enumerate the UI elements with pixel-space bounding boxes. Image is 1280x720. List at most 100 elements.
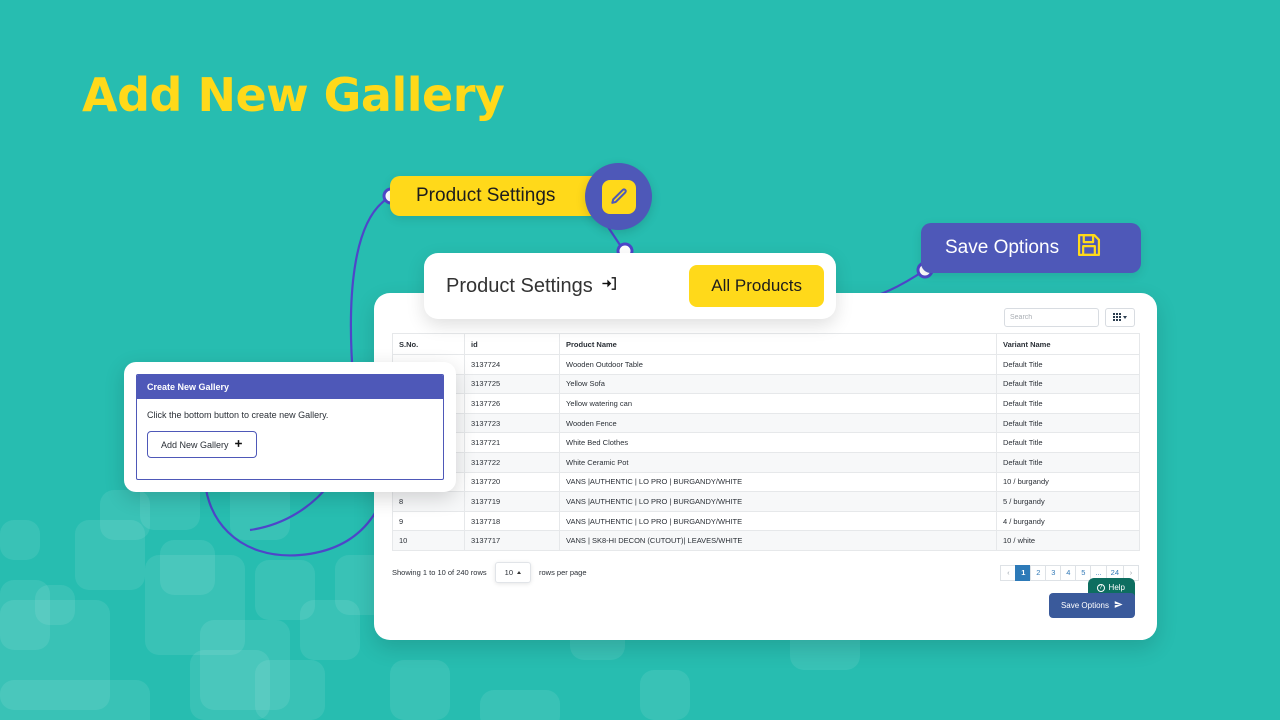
decorative-square [480, 690, 560, 720]
cell-id: 3137725 [464, 373, 560, 395]
cell-id: 3137722 [464, 451, 560, 473]
cell-variant-name: Default Title [996, 412, 1140, 434]
decorative-square [0, 520, 40, 560]
pagination-page-3[interactable]: 3 [1045, 564, 1062, 581]
pagination-page-4[interactable]: 4 [1060, 564, 1077, 581]
table-row[interactable]: 3137726 Yellow watering can Default Title [392, 393, 1140, 414]
products-app-panel: S.No. id Product Name Variant Name 31377… [374, 293, 1157, 640]
save-options-button[interactable]: Save Options [1048, 593, 1135, 618]
table-row[interactable]: 3137724 Wooden Outdoor Table Default Title [392, 354, 1140, 375]
cell-variant-name: 10 / white [996, 530, 1140, 551]
cell-product-name: Wooden Outdoor Table [559, 354, 997, 375]
cell-variant-name: Default Title [996, 393, 1140, 414]
cell-product-name: White Bed Clothes [559, 432, 997, 453]
add-new-gallery-label: Add New Gallery [161, 439, 229, 450]
cell-variant-name: 5 / burgandy [996, 491, 1140, 512]
cell-product-name: VANS |AUTHENTIC | LO PRO | BURGANDY/WHIT… [559, 491, 997, 512]
callout-save-options: Save Options [921, 223, 1141, 273]
decorative-square [100, 490, 150, 540]
column-header-sno[interactable]: S.No. [392, 333, 465, 355]
create-gallery-header: Create New Gallery [137, 375, 443, 399]
cell-product-name: Yellow Sofa [559, 373, 997, 395]
column-header-name[interactable]: Product Name [559, 333, 997, 355]
decorative-square [300, 600, 360, 660]
pagination-page-1[interactable]: 1 [1015, 564, 1032, 581]
create-gallery-card: Create New Gallery Click the bottom butt… [124, 362, 456, 492]
question-circle-icon: ? [1096, 583, 1105, 592]
cell-product-name: VANS |AUTHENTIC | LO PRO | BURGANDY/WHIT… [559, 510, 997, 532]
grid-icon [1113, 313, 1121, 321]
pagination-page-5[interactable]: 5 [1075, 564, 1092, 581]
cell-id: 3137723 [464, 412, 560, 434]
table-row[interactable]: 3137720 VANS |AUTHENTIC | LO PRO | BURGAN… [392, 471, 1140, 493]
all-products-button[interactable]: All Products [689, 265, 824, 307]
rows-per-page-value: 10 [504, 568, 513, 578]
topbar-title-label: Product Settings [446, 274, 593, 297]
cell-id: 3137719 [464, 491, 560, 512]
cell-variant-name: 10 / burgandy [996, 471, 1140, 493]
table-row[interactable]: 3137721 White Bed Clothes Default Title [392, 432, 1140, 453]
products-table-head: S.No. id Product Name Variant Name [392, 333, 1140, 355]
help-label: Help [1108, 583, 1125, 592]
table-header-row: S.No. id Product Name Variant Name [392, 333, 1140, 355]
cell-product-name: Yellow watering can [559, 393, 997, 414]
cell-variant-name: Default Title [996, 432, 1140, 453]
columns-toggle-button[interactable] [1105, 307, 1135, 327]
cell-variant-name: 4 / burgandy [996, 510, 1140, 532]
chevron-down-icon [1123, 315, 1127, 319]
plus-icon [234, 439, 243, 450]
create-gallery-body: Click the bottom button to create new Ga… [137, 399, 443, 469]
save-options-label: Save Options [1060, 601, 1109, 610]
decorative-square [640, 670, 690, 720]
column-header-variant[interactable]: Variant Name [996, 333, 1140, 355]
arrow-into-box-icon [601, 275, 618, 298]
table-footer: Showing 1 to 10 of 240 rows 10 rows per … [392, 559, 1139, 587]
pencil-icon [601, 179, 636, 214]
chevron-up-icon [517, 571, 521, 575]
decorative-square [160, 540, 215, 595]
floppy-disk-icon [1075, 231, 1103, 265]
add-new-gallery-button[interactable]: Add New Gallery [147, 431, 257, 458]
decorative-square [35, 585, 75, 625]
product-settings-topbar: Product Settings All Products [424, 253, 836, 319]
cell-id: 3137726 [464, 393, 560, 414]
products-table-body: 3137724 Wooden Outdoor Table Default Title… [392, 354, 1140, 551]
table-row[interactable]: 3137725 Yellow Sofa Default Title [392, 373, 1140, 395]
table-row[interactable]: 3137723 Wooden Fence Default Title [392, 412, 1140, 434]
cell-variant-name: Default Title [996, 373, 1140, 395]
showing-rows-text: Showing 1 to 10 of 240 rows [392, 568, 487, 578]
cell-variant-name: Default Title [996, 451, 1140, 473]
table-row[interactable]: 9 3137718 VANS |AUTHENTIC | LO PRO | BURGA… [392, 510, 1140, 532]
cell-sno: 9 [392, 510, 465, 532]
decorative-square [390, 660, 450, 720]
create-gallery-inner: Create New Gallery Click the bottom butt… [136, 374, 444, 480]
cell-id: 3137724 [464, 354, 560, 375]
callout-save-options-label: Save Options [945, 237, 1060, 258]
decorative-square [0, 680, 150, 720]
rows-per-page-label: rows per page [539, 568, 587, 578]
cell-id: 3137720 [464, 471, 560, 493]
rows-per-page-select[interactable]: 10 [494, 562, 531, 584]
paper-plane-icon [1114, 600, 1123, 611]
products-table: S.No. id Product Name Variant Name 31377… [392, 333, 1140, 551]
cell-product-name: VANS | SK8-HI DECON (CUTOUT)| LEAVES/WHI… [559, 530, 997, 551]
create-gallery-text: Click the bottom button to create new Ga… [147, 410, 329, 420]
cell-id: 3137718 [464, 510, 560, 532]
table-row[interactable]: 8 3137719 VANS |AUTHENTIC | LO PRO | BURGA… [392, 491, 1140, 512]
search-input[interactable] [1004, 307, 1099, 327]
cell-variant-name: Default Title [996, 354, 1140, 375]
pagination-prev[interactable]: ‹ [1000, 564, 1017, 581]
pencil-icon-badge [585, 163, 652, 230]
page-title: Add New Gallery [82, 68, 505, 122]
cell-product-name: Wooden Fence [559, 412, 997, 434]
cell-sno: 10 [392, 530, 465, 551]
decorative-square [255, 660, 325, 720]
pagination-page-2[interactable]: 2 [1030, 564, 1047, 581]
cell-product-name: VANS |AUTHENTIC | LO PRO | BURGANDY/WHIT… [559, 471, 997, 493]
cell-sno: 8 [392, 491, 465, 512]
cell-id: 3137717 [464, 530, 560, 551]
callout-product-settings-label: Product Settings [416, 185, 556, 206]
table-row[interactable]: 10 3137717 VANS | SK8-HI DECON (CUTOUT)| L… [392, 530, 1140, 551]
column-header-id[interactable]: id [464, 333, 560, 355]
table-row[interactable]: 3137722 White Ceramic Pot Default Title [392, 451, 1140, 473]
